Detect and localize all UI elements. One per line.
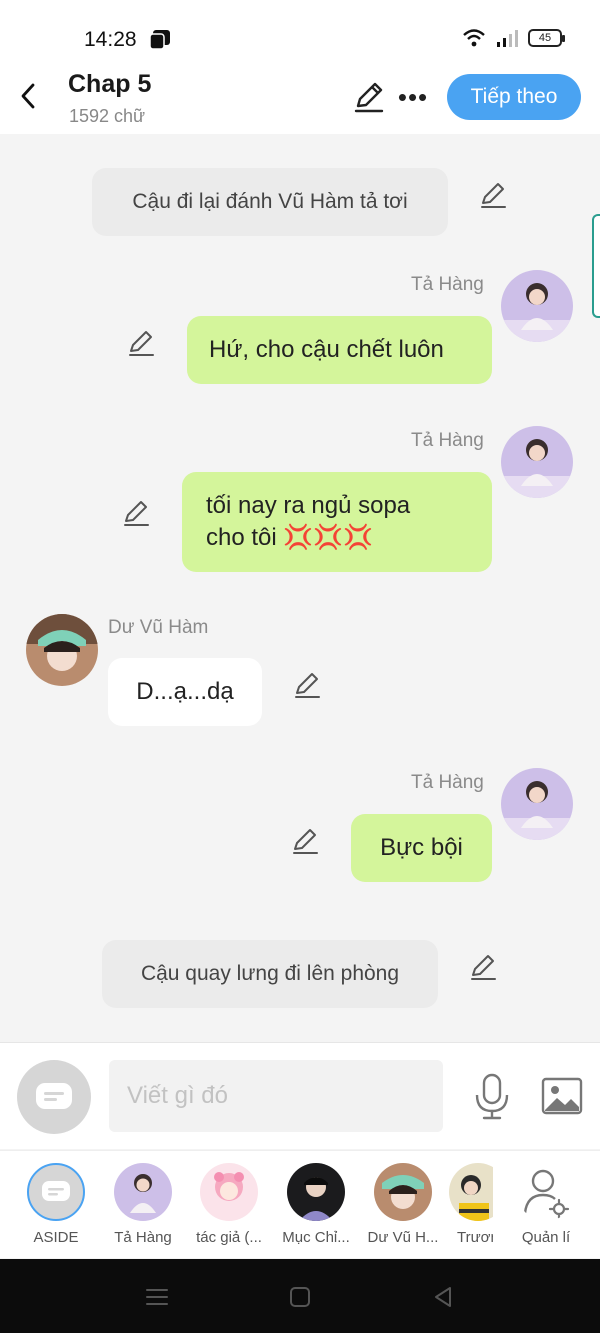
message-input[interactable]: [109, 1060, 443, 1132]
avatar-ta-hang[interactable]: [501, 426, 573, 498]
word-count: 1592 chữ: [69, 106, 146, 126]
character-label: tác giả (...: [196, 1229, 262, 1246]
avatar: [200, 1163, 258, 1221]
avatar-ta-hang[interactable]: [501, 768, 573, 840]
character-ta-hang[interactable]: Tả Hàng: [102, 1163, 184, 1246]
character-label: Quản lí: [521, 1229, 571, 1246]
avatar: [287, 1163, 345, 1221]
character-label: Trươn: [457, 1229, 493, 1246]
signal-icon: [497, 30, 518, 47]
avatar: [374, 1163, 432, 1221]
speaker-name: Dư Vũ Hàm: [108, 617, 209, 638]
top-area: 14:28 45 Chap 5 1592 chữ ••• Tiếp theo: [0, 0, 600, 134]
chat-bubble-icon: [42, 1181, 70, 1201]
character-label: Tả Hàng: [114, 1229, 172, 1246]
character-aside[interactable]: ASIDE: [15, 1163, 97, 1246]
speaker-name: Tả Hàng: [411, 274, 484, 295]
character-label: Mục Chỉ...: [282, 1229, 350, 1246]
avatar: [27, 1163, 85, 1221]
message-bubble[interactable]: Hứ, cho cậu chết luôn: [187, 316, 492, 384]
page-title: Chap 5: [68, 70, 152, 98]
speaker-name: Tả Hàng: [411, 772, 484, 793]
edit-message-icon[interactable]: [292, 670, 322, 700]
edit-message-icon[interactable]: [478, 180, 508, 210]
next-chapter-button[interactable]: Tiếp theo: [447, 74, 581, 120]
app-notification-icon: [150, 30, 170, 49]
edit-chapter-icon[interactable]: [352, 80, 386, 114]
avatar-ta-hang[interactable]: [501, 270, 573, 342]
user-settings-icon: [523, 1169, 570, 1220]
character-bar: ASIDE Tả Hàng tác giả (... Mục Chỉ... Dư…: [0, 1150, 600, 1258]
menu-icon[interactable]: [143, 1283, 171, 1311]
image-icon[interactable]: [541, 1077, 583, 1115]
battery-indicator: 45: [528, 29, 565, 47]
back-button[interactable]: [12, 78, 44, 114]
more-options-icon[interactable]: •••: [398, 80, 428, 114]
character-truong[interactable]: Trươn: [449, 1163, 493, 1246]
narration-message[interactable]: Cậu đi lại đánh Vũ Hàm tả tơi: [92, 168, 448, 236]
back-nav-icon[interactable]: [429, 1283, 457, 1311]
composer-bar: [0, 1042, 600, 1149]
message-line: cho tôi 💢💢💢: [206, 524, 374, 551]
edit-message-icon[interactable]: [290, 826, 320, 856]
edit-message-icon[interactable]: [126, 328, 156, 358]
message-line: tối nay ra ngủ sopa: [206, 492, 411, 519]
avatar: [114, 1163, 172, 1221]
character-muc-chi[interactable]: Mục Chỉ...: [275, 1163, 357, 1246]
message-bubble[interactable]: tối nay ra ngủ sopa cho tôi 💢💢💢: [182, 472, 492, 572]
avatar: [449, 1163, 493, 1221]
avatar-du-vu-ham[interactable]: [26, 614, 98, 686]
wifi-icon: [463, 29, 485, 47]
message-bubble[interactable]: D...ạ...dạ: [108, 658, 262, 726]
narration-message[interactable]: Cậu quay lưng đi lên phòng: [102, 940, 438, 1008]
chevron-left-icon: [21, 83, 35, 109]
microphone-icon[interactable]: [472, 1073, 512, 1121]
chat-bubble-icon: [36, 1083, 72, 1109]
character-du-vu-ham[interactable]: Dư Vũ H...: [362, 1163, 444, 1246]
character-label: Dư Vũ H...: [367, 1229, 439, 1246]
aside-toggle-button[interactable]: [17, 1060, 91, 1134]
scroll-handle[interactable]: [592, 214, 600, 318]
home-icon[interactable]: [286, 1283, 314, 1311]
character-label: ASIDE: [33, 1229, 79, 1246]
message-bubble[interactable]: Bực bội: [351, 814, 492, 882]
system-nav-bar: [0, 1259, 600, 1333]
edit-message-icon[interactable]: [121, 498, 151, 528]
manage-characters-button[interactable]: Quản lí: [505, 1163, 587, 1246]
status-time: 14:28: [84, 28, 137, 51]
status-indicators: 45: [462, 28, 565, 48]
edit-message-icon[interactable]: [468, 952, 498, 982]
speaker-name: Tả Hàng: [411, 430, 484, 451]
character-tac-gia[interactable]: tác giả (...: [188, 1163, 270, 1246]
